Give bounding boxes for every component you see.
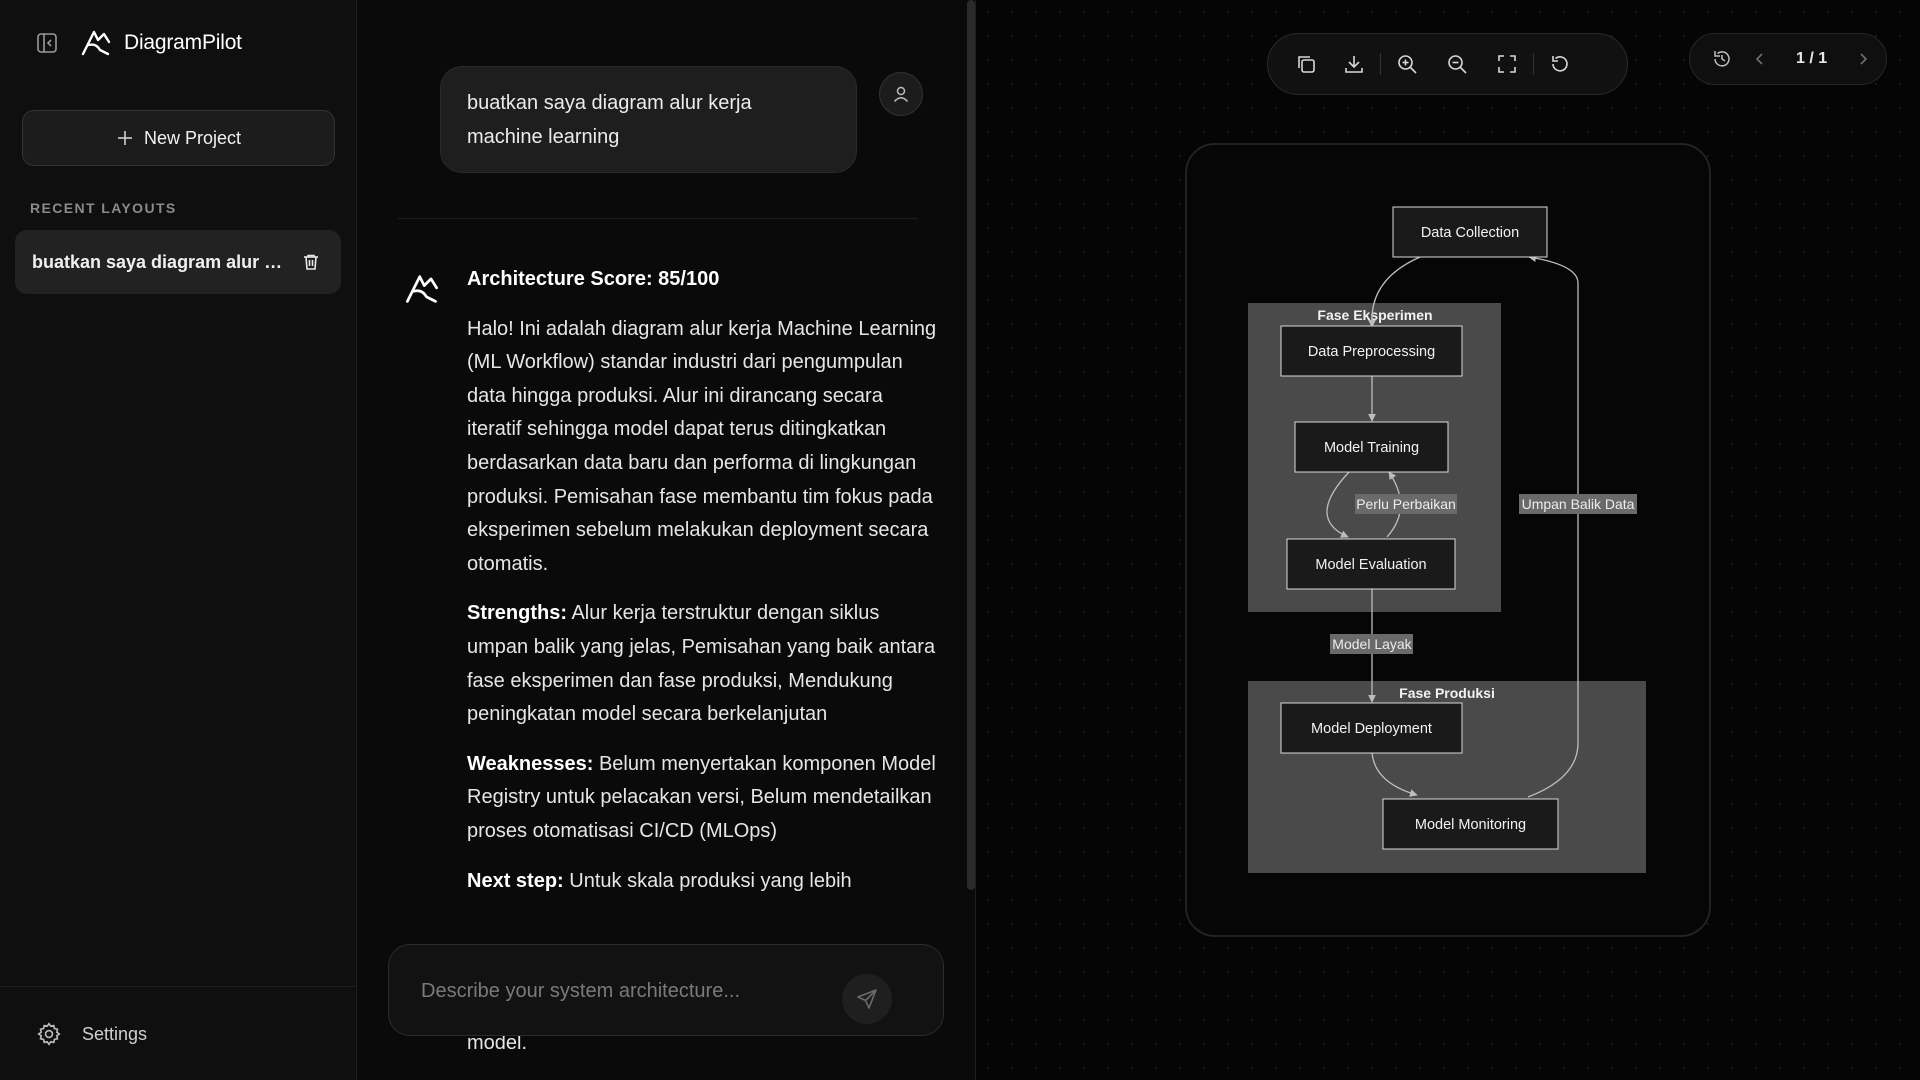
next-step-label: Next step: bbox=[467, 869, 564, 892]
node-model-evaluation-label: Model Evaluation bbox=[1315, 557, 1426, 573]
delete-layout-button[interactable] bbox=[300, 251, 322, 273]
page-indicator: 1 / 1 bbox=[1796, 50, 1828, 67]
brand-name: DiagramPilot bbox=[124, 31, 242, 54]
next-step-paragraph: Next step: Untuk skala produksi yang leb… bbox=[467, 865, 939, 899]
fullscreen-icon bbox=[1498, 55, 1516, 73]
sidebar-toggle-icon bbox=[37, 33, 57, 53]
recent-layout-label: buatkan saya diagram alur k... bbox=[32, 251, 288, 272]
architecture-score: Architecture Score: 85/100 bbox=[467, 268, 720, 290]
zoom-in-button[interactable] bbox=[1393, 50, 1421, 78]
prompt-input[interactable] bbox=[421, 975, 851, 1007]
node-model-deployment-label: Model Deployment bbox=[1311, 721, 1432, 737]
user-icon bbox=[893, 86, 909, 103]
canvas-toolbar bbox=[1267, 33, 1628, 95]
new-project-label: New Project bbox=[143, 127, 242, 148]
group-experiment-label: Fase Eksperimen bbox=[1317, 307, 1432, 323]
next-step-text: Untuk skala produksi yang lebih bbox=[563, 869, 852, 892]
edge-label-feedback: Umpan Balik Data bbox=[1522, 496, 1635, 512]
send-button[interactable] bbox=[842, 974, 892, 1024]
download-icon bbox=[1345, 56, 1363, 73]
copy-icon bbox=[1298, 56, 1315, 73]
app-root: DiagramPilot New Project RECENT LAYOUTS … bbox=[0, 0, 1920, 1080]
edge-label-needs-fix: Perlu Perbaikan bbox=[1356, 496, 1456, 512]
chat-panel: buatkan saya diagram alur kerja machine … bbox=[358, 0, 976, 1080]
send-icon bbox=[857, 989, 877, 1009]
weaknesses-label: Weaknesses: bbox=[467, 752, 594, 775]
recent-layouts-heading: RECENT LAYOUTS bbox=[30, 200, 177, 216]
strengths-label: Strengths: bbox=[467, 602, 567, 625]
zoom-out-icon bbox=[1448, 55, 1467, 74]
fullscreen-button[interactable] bbox=[1493, 50, 1521, 78]
next-page-button[interactable] bbox=[1849, 45, 1877, 73]
ml-workflow-diagram[interactable]: Fase Eksperimen Fase Produksi Perlu Perb… bbox=[1185, 143, 1711, 937]
settings-label: Settings bbox=[82, 1023, 148, 1044]
chevron-right-icon bbox=[1860, 53, 1868, 65]
recent-layout-item[interactable]: buatkan saya diagram alur k... bbox=[15, 230, 341, 294]
weaknesses-paragraph: Weaknesses: Belum menyertakan komponen M… bbox=[467, 748, 939, 849]
copy-button[interactable] bbox=[1292, 50, 1320, 78]
chevron-left-icon bbox=[1755, 53, 1763, 65]
toolbar-separator bbox=[1380, 53, 1381, 75]
reset-view-button[interactable] bbox=[1546, 50, 1574, 78]
node-model-monitoring-label: Model Monitoring bbox=[1415, 817, 1526, 833]
sidebar-header: DiagramPilot bbox=[30, 26, 242, 60]
edge-label-model-ok: Model Layak bbox=[1332, 636, 1412, 652]
gear-icon bbox=[37, 1022, 61, 1046]
node-data-preprocessing-label: Data Preprocessing bbox=[1308, 344, 1435, 360]
message-divider bbox=[398, 218, 918, 219]
assistant-intro: Halo! Ini adalah diagram alur kerja Mach… bbox=[467, 317, 937, 575]
assistant-logo-icon bbox=[406, 275, 438, 303]
chat-scrollbar[interactable] bbox=[967, 0, 975, 890]
version-pager: 1 / 1 bbox=[1689, 33, 1887, 85]
history-icon bbox=[1714, 51, 1730, 67]
avatar bbox=[879, 72, 923, 116]
user-message: buatkan saya diagram alur kerja machine … bbox=[440, 66, 857, 173]
trash-icon bbox=[304, 254, 318, 270]
node-data-collection-label: Data Collection bbox=[1421, 225, 1519, 241]
assistant-message: Architecture Score: 85/100 Halo! Ini ada… bbox=[467, 263, 939, 914]
download-button[interactable] bbox=[1340, 50, 1368, 78]
sidebar-toggle-button[interactable] bbox=[30, 26, 64, 60]
logo-icon bbox=[78, 26, 114, 60]
group-production-label: Fase Produksi bbox=[1399, 685, 1495, 701]
reset-icon bbox=[1552, 56, 1568, 72]
zoom-in-icon bbox=[1398, 55, 1417, 74]
zoom-out-button[interactable] bbox=[1443, 50, 1471, 78]
node-model-training-label: Model Training bbox=[1324, 440, 1419, 456]
sidebar-footer: Settings bbox=[0, 986, 357, 1080]
plus-icon bbox=[117, 131, 132, 145]
history-button[interactable] bbox=[1708, 45, 1736, 73]
settings-button[interactable]: Settings bbox=[36, 1021, 147, 1047]
sidebar: DiagramPilot New Project RECENT LAYOUTS … bbox=[0, 0, 357, 1080]
toolbar-separator bbox=[1533, 53, 1534, 75]
strengths-paragraph: Strengths: Alur kerja terstruktur dengan… bbox=[467, 597, 939, 731]
prev-page-button[interactable] bbox=[1746, 45, 1774, 73]
new-project-button[interactable]: New Project bbox=[22, 110, 335, 166]
